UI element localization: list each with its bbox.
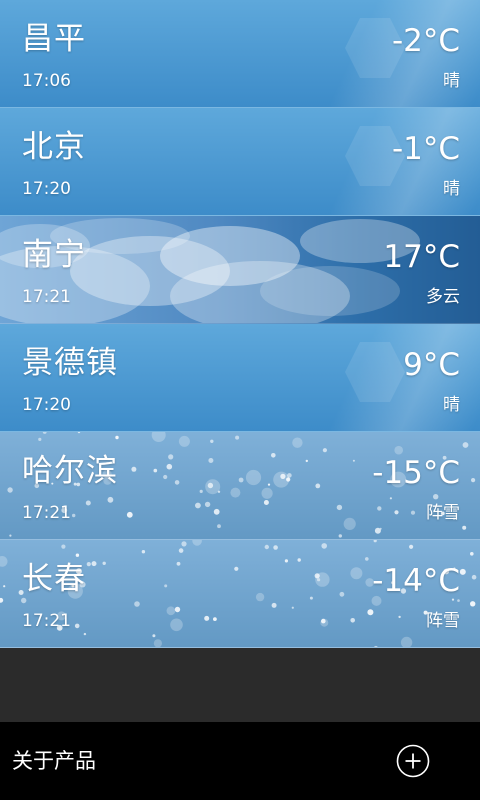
temperature: 17°C xyxy=(383,239,460,275)
city-name: 哈尔滨 xyxy=(22,453,118,489)
city-name: 长春 xyxy=(22,561,86,597)
city-weather-list: 昌平 17:06 -2°C 晴 北京 17:20 -1°C 晴 南宁 17:21 xyxy=(0,0,480,648)
weather-condition: 阵雪 xyxy=(426,611,460,631)
city-card-nanning[interactable]: 南宁 17:21 17°C 多云 xyxy=(0,216,480,324)
city-name: 景德镇 xyxy=(22,345,118,381)
temperature: 9°C xyxy=(403,347,460,383)
plus-circle-icon[interactable] xyxy=(396,744,430,778)
weather-condition: 阵雪 xyxy=(426,503,460,523)
update-time: 17:21 xyxy=(22,503,71,523)
temperature: -1°C xyxy=(391,131,460,167)
city-card-changchun[interactable]: 长春 17:21 -14°C 阵雪 xyxy=(0,540,480,648)
city-card-jingdezhen[interactable]: 景德镇 17:20 9°C 晴 xyxy=(0,324,480,432)
city-name: 南宁 xyxy=(22,237,86,273)
weather-condition: 晴 xyxy=(443,395,460,415)
city-card-beijing[interactable]: 北京 17:20 -1°C 晴 xyxy=(0,108,480,216)
update-time: 17:20 xyxy=(22,179,71,199)
about-product-link[interactable]: 关于产品 xyxy=(12,748,96,774)
weather-condition: 晴 xyxy=(443,71,460,91)
city-name: 昌平 xyxy=(22,21,86,57)
weather-condition: 多云 xyxy=(426,287,460,307)
sun-glare-decoration xyxy=(345,342,405,402)
city-name: 北京 xyxy=(22,129,86,165)
update-time: 17:21 xyxy=(22,611,71,631)
update-time: 17:06 xyxy=(22,71,71,91)
bottom-bar: 关于产品 xyxy=(0,722,480,800)
city-card-harbin[interactable]: 哈尔滨 17:21 -15°C 阵雪 xyxy=(0,432,480,540)
temperature: -2°C xyxy=(391,23,460,59)
update-time: 17:20 xyxy=(22,395,71,415)
temperature: -15°C xyxy=(372,455,460,491)
weather-condition: 晴 xyxy=(443,179,460,199)
temperature: -14°C xyxy=(372,563,460,599)
city-card-changping[interactable]: 昌平 17:06 -2°C 晴 xyxy=(0,0,480,108)
update-time: 17:21 xyxy=(22,287,71,307)
